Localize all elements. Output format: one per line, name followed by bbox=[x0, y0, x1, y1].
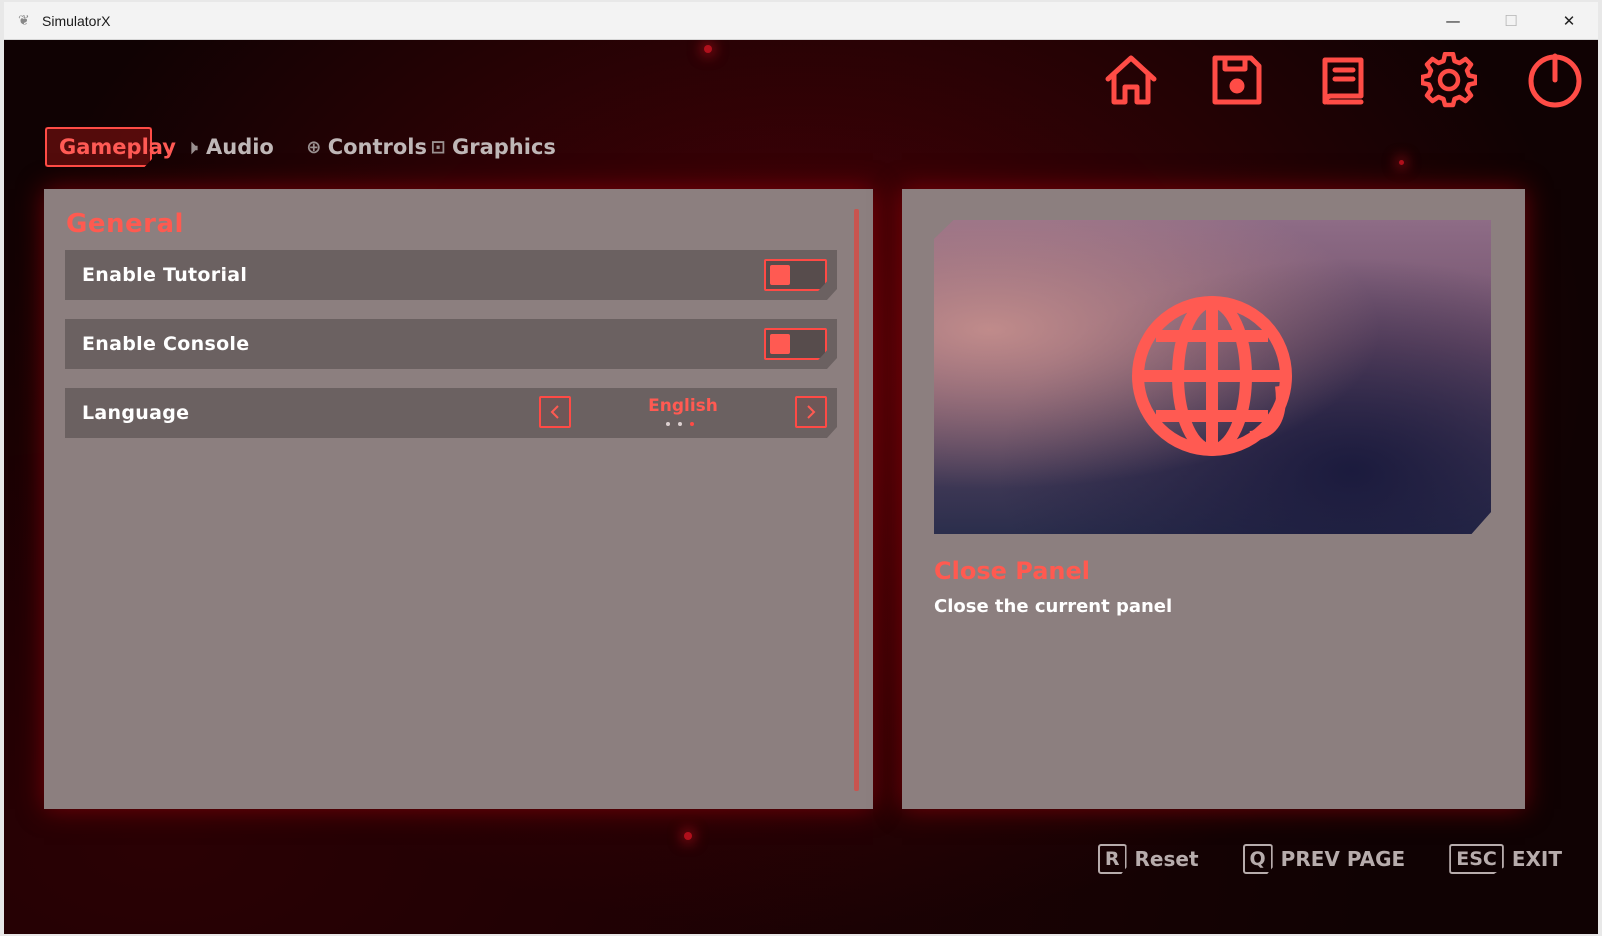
setting-row-tutorial[interactable]: Enable Tutorial bbox=[65, 250, 837, 300]
tab-gameplay[interactable]: Gameplay bbox=[45, 127, 181, 167]
window-controls: — ☐ ✕ bbox=[1424, 2, 1598, 40]
keycap-r: R bbox=[1097, 844, 1127, 874]
book-icon[interactable] bbox=[1314, 50, 1372, 110]
page-dot-active bbox=[690, 422, 694, 426]
window-titlebar[interactable]: ❦ SimulatorX — ☐ ✕ bbox=[4, 2, 1598, 40]
tab-gameplay-label: Gameplay bbox=[59, 135, 176, 159]
top-nav bbox=[1102, 50, 1584, 110]
hint-label: Reset bbox=[1134, 847, 1199, 871]
window-title: SimulatorX bbox=[42, 12, 111, 29]
tab-audio-label: Audio bbox=[206, 135, 274, 159]
game-viewport: Gameplay 🕨 Audio ⊕ Controls ⊡ Graphics G… bbox=[4, 40, 1598, 934]
tab-controls-label: Controls bbox=[327, 135, 427, 159]
power-icon[interactable] bbox=[1526, 50, 1584, 110]
ambient-spark bbox=[684, 832, 692, 840]
tab-audio[interactable]: 🕨 Audio bbox=[181, 127, 301, 167]
home-icon[interactable] bbox=[1102, 50, 1160, 110]
minimize-button[interactable]: — bbox=[1424, 2, 1482, 40]
speaker-icon: 🕨 bbox=[186, 136, 198, 158]
setting-row-language[interactable]: Language English bbox=[65, 388, 837, 438]
language-prev-button[interactable] bbox=[539, 396, 571, 428]
settings-scrollbar[interactable] bbox=[854, 209, 859, 791]
toggle-knob bbox=[770, 334, 790, 354]
tab-graphics-label: Graphics bbox=[452, 135, 556, 159]
chevron-left-icon bbox=[550, 405, 559, 419]
gear-icon[interactable] bbox=[1420, 50, 1478, 110]
tab-controls[interactable]: ⊕ Controls bbox=[303, 127, 427, 167]
language-value: English bbox=[648, 396, 718, 416]
settings-panel: General Enable Tutorial Enable Console L… bbox=[44, 189, 873, 809]
setting-row-console[interactable]: Enable Console bbox=[65, 319, 837, 369]
app-icon: ❦ bbox=[18, 12, 30, 29]
ambient-spark bbox=[1399, 160, 1404, 165]
chevron-right-icon bbox=[807, 405, 816, 419]
info-description: Close the current panel bbox=[934, 596, 1173, 617]
tutorial-toggle[interactable] bbox=[764, 259, 827, 291]
console-toggle[interactable] bbox=[764, 328, 827, 360]
tab-graphics[interactable]: ⊡ Graphics bbox=[427, 127, 556, 167]
globe-icon bbox=[1132, 296, 1292, 456]
keycap-q: Q bbox=[1242, 844, 1273, 874]
info-panel: Close Panel Close the current panel bbox=[902, 189, 1525, 809]
ambient-spark bbox=[704, 45, 712, 53]
settings-tabs: Gameplay 🕨 Audio ⊕ Controls ⊡ Graphics bbox=[45, 127, 556, 167]
key-hints: R Reset Q PREV PAGE ESC EXIT bbox=[1097, 844, 1562, 874]
setting-label: Enable Console bbox=[82, 333, 250, 355]
controller-icon: ⊕ bbox=[306, 136, 322, 158]
preview-image bbox=[934, 220, 1491, 534]
prev-page-hint-button[interactable]: Q PREV PAGE bbox=[1242, 844, 1406, 874]
hint-label: PREV PAGE bbox=[1280, 847, 1406, 871]
reset-hint-button[interactable]: R Reset bbox=[1097, 844, 1199, 874]
page-dot bbox=[678, 422, 682, 426]
exit-hint-button[interactable]: ESC EXIT bbox=[1449, 844, 1562, 874]
save-icon[interactable] bbox=[1208, 50, 1266, 110]
toggle-knob bbox=[770, 265, 790, 285]
close-window-button[interactable]: ✕ bbox=[1540, 2, 1598, 40]
keycap-esc: ESC bbox=[1449, 844, 1504, 874]
section-title: General bbox=[66, 209, 184, 239]
setting-label: Enable Tutorial bbox=[82, 264, 248, 286]
language-next-button[interactable] bbox=[795, 396, 827, 428]
display-icon: ⊡ bbox=[430, 136, 446, 158]
hint-label: EXIT bbox=[1511, 847, 1562, 871]
language-page-dots bbox=[666, 422, 694, 426]
maximize-button[interactable]: ☐ bbox=[1482, 2, 1540, 40]
info-title: Close Panel bbox=[934, 557, 1090, 585]
setting-label: Language bbox=[82, 402, 190, 424]
page-dot bbox=[666, 422, 670, 426]
